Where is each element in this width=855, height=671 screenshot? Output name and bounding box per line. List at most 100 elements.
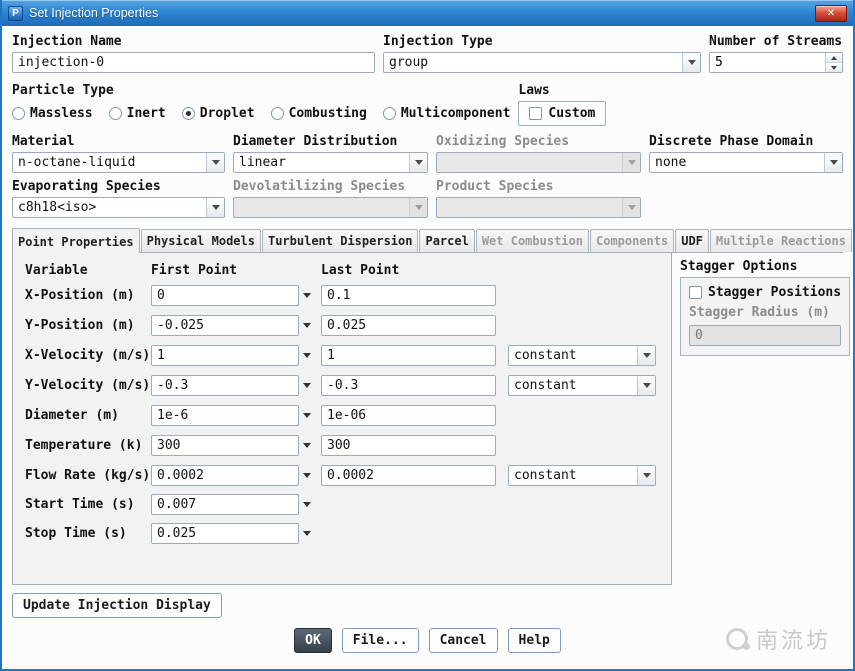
material-row: Material n-octane-liquid Diameter Distri… [12,134,843,173]
species-row: Evaporating Species c8h18<iso> Devolatil… [12,179,843,218]
injection-type-label: Injection Type [383,34,701,49]
radio-icon [383,107,396,120]
radio-inert[interactable]: Inert [109,106,166,121]
last-point-input[interactable] [321,375,496,396]
number-of-streams-stepper[interactable] [709,52,843,73]
row-y-velocity: Y-Velocity (m/s) constant [25,374,659,396]
custom-laws-checkbox[interactable]: Custom [518,101,606,126]
tab-turbulent-dispersion[interactable]: Turbulent Dispersion [262,229,419,252]
stagger-options-group: Stagger Positions Stagger Radius (m) [680,277,850,356]
first-point-input[interactable] [151,315,299,336]
tab-udf[interactable]: UDF [675,229,709,252]
stagger-positions-checkbox[interactable]: Stagger Positions [689,285,841,300]
material-label: Material [12,134,225,149]
last-point-input[interactable] [321,405,496,426]
cancel-button[interactable]: Cancel [429,628,498,653]
update-injection-display-button[interactable]: Update Injection Display [12,593,222,618]
tab-parcel[interactable]: Parcel [419,229,474,252]
window-title: Set Injection Properties [29,6,809,20]
devolatilizing-species-label: Devolatilizing Species [233,179,428,194]
ok-button[interactable]: OK [294,628,332,653]
tab-multiple-reactions: Multiple Reactions [710,229,852,252]
spin-down-icon[interactable] [826,62,842,72]
devolatilizing-species-select [233,197,428,218]
first-point-input[interactable] [151,405,299,426]
last-point-input[interactable] [321,285,496,306]
row-flow-rate: Flow Rate (kg/s) constant [25,464,659,486]
first-point-input[interactable] [151,494,299,515]
injection-type-value: group [384,53,682,72]
profile-select[interactable]: constant [508,465,656,486]
top-fields-row: Injection Name Injection Type group Numb… [12,34,843,73]
radio-combusting[interactable]: Combusting [271,106,367,121]
chevron-down-icon [622,153,640,172]
radio-multicomponent[interactable]: Multicomponent [383,106,511,121]
watermark: 南流坊 [726,623,831,655]
radio-icon [271,107,284,120]
title-bar[interactable]: P Set Injection Properties ✕ [2,0,853,26]
checkbox-icon [689,286,702,299]
stagger-options-section: Stagger Options Stagger Positions Stagge… [680,253,850,356]
injection-type-select[interactable]: group [383,52,701,73]
profile-select[interactable]: constant [508,375,656,396]
particle-laws-row: Particle Type Massless Inert Droplet [12,83,843,126]
chevron-down-icon [409,198,427,217]
field-menu-arrow-icon[interactable] [303,531,311,536]
help-button[interactable]: Help [508,628,561,653]
first-point-input[interactable] [151,465,299,486]
last-point-input[interactable] [321,345,496,366]
stagger-radius-input [689,325,841,346]
tab-physical-models[interactable]: Physical Models [141,229,261,252]
evaporating-species-label: Evaporating Species [12,179,225,194]
number-of-streams-input[interactable] [710,53,825,72]
particle-type-radio-group: Massless Inert Droplet Combusting [12,101,510,125]
row-stop-time: Stop Time (s) [25,523,659,544]
chevron-down-icon [206,153,224,172]
diameter-distribution-select[interactable]: linear [233,152,428,173]
tab-point-properties[interactable]: Point Properties [12,228,140,253]
variable-label: Flow Rate (kg/s) [25,468,151,483]
first-point-input[interactable] [151,435,299,456]
evaporating-species-select[interactable]: c8h18<iso> [12,197,225,218]
close-button[interactable]: ✕ [815,5,847,22]
first-point-input[interactable] [151,523,299,544]
discrete-phase-domain-select[interactable]: none [649,152,843,173]
discrete-phase-domain-label: Discrete Phase Domain [649,134,843,149]
field-menu-arrow-icon[interactable] [303,473,311,478]
first-point-input[interactable] [151,285,299,306]
field-menu-arrow-icon[interactable] [303,353,311,358]
chevron-down-icon [637,376,655,395]
spin-up-icon[interactable] [826,53,842,62]
last-point-header: Last Point [321,263,496,278]
field-menu-arrow-icon[interactable] [303,293,311,298]
last-point-input[interactable] [321,435,496,456]
field-menu-arrow-icon[interactable] [303,443,311,448]
field-menu-arrow-icon[interactable] [303,383,311,388]
chevron-down-icon [622,198,640,217]
material-value: n-octane-liquid [13,153,206,172]
radio-droplet[interactable]: Droplet [182,106,255,121]
radio-massless[interactable]: Massless [12,106,93,121]
watermark-text: 南流坊 [756,623,831,655]
oxidizing-species-select [436,152,641,173]
last-point-input[interactable] [321,315,496,336]
variable-label: Diameter (m) [25,408,151,423]
field-menu-arrow-icon[interactable] [303,413,311,418]
profile-value: constant [509,376,637,395]
checkbox-icon [529,107,542,120]
first-point-input[interactable] [151,345,299,366]
tab-wet-combustion: Wet Combustion [476,229,589,252]
dialog-buttons: OK File... Cancel Help [12,628,843,659]
file-button[interactable]: File... [342,628,419,653]
tab-components: Components [590,229,674,252]
material-select[interactable]: n-octane-liquid [12,152,225,173]
field-menu-arrow-icon[interactable] [303,502,311,507]
evaporating-species-value: c8h18<iso> [13,198,206,217]
last-point-input[interactable] [321,465,496,486]
oxidizing-species-value [437,153,622,172]
injection-name-input[interactable] [12,52,375,73]
field-menu-arrow-icon[interactable] [303,323,311,328]
radio-icon [12,107,25,120]
profile-select[interactable]: constant [508,345,656,366]
first-point-input[interactable] [151,375,299,396]
